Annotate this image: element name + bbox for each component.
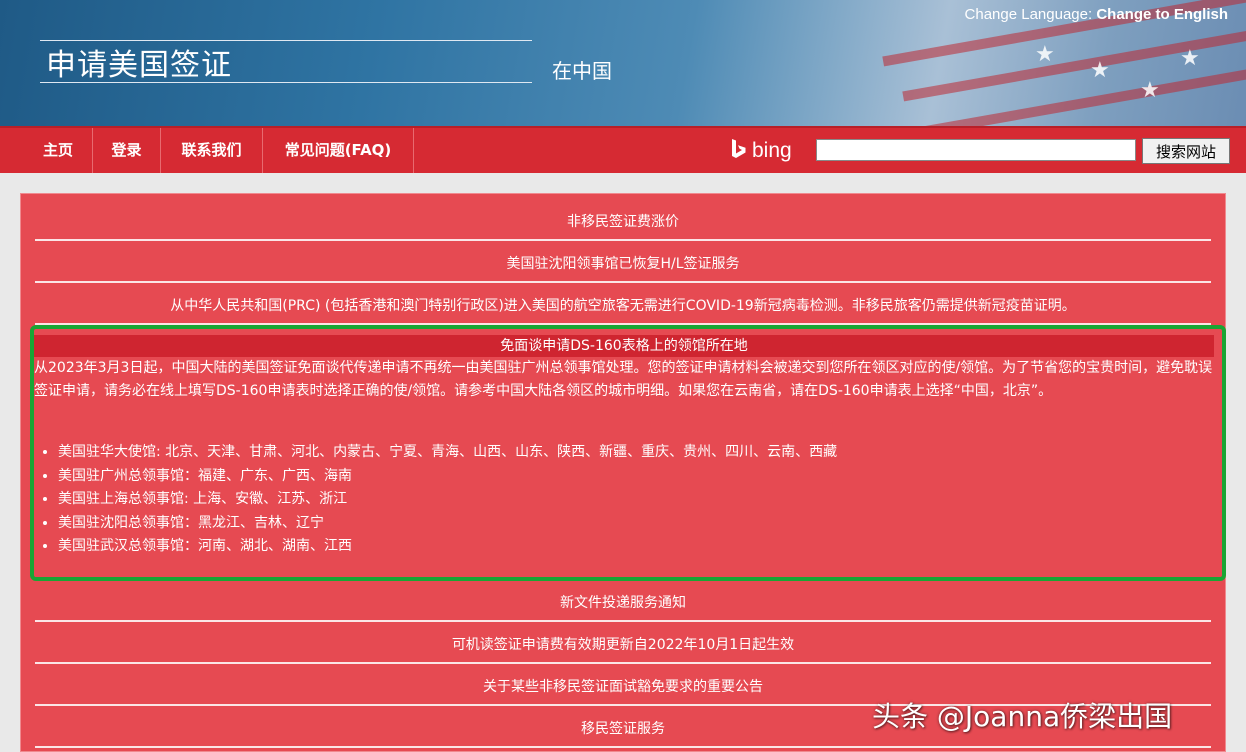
language-switcher: Change Language: Change to English — [965, 6, 1228, 23]
bing-logo-icon — [732, 139, 746, 158]
nav-item-contact[interactable]: 联系我们 — [161, 128, 263, 173]
notice-link[interactable]: 关于某些非移民签证面试豁免要求的重要公告 — [35, 676, 1211, 696]
bing-label: bing — [752, 139, 792, 162]
notice-link[interactable]: 可机读签证申请费有效期更新自2022年10月1日起生效 — [35, 634, 1211, 654]
change-language-label: Change Language: — [964, 6, 1093, 23]
nav-item-faq[interactable]: 常见问题(FAQ) — [263, 128, 414, 173]
flag-star-icon: ★ — [1035, 42, 1055, 67]
site-title: 申请美国签证 — [46, 48, 232, 83]
nav-item-home[interactable]: 主页 — [24, 128, 93, 173]
search-input[interactable] — [816, 139, 1136, 161]
notice-divider — [35, 662, 1211, 664]
flag-star-icon: ★ — [1180, 46, 1200, 71]
highlight-box — [30, 325, 1226, 581]
nav-item-login[interactable]: 登录 — [93, 128, 161, 173]
site-header: ★ ★ ★ ★ 申请美国签证 在中国 Change Language: Chan… — [0, 0, 1246, 126]
notice-link[interactable]: 从中华人民共和国(PRC) (包括香港和澳门特别行政区)进入美国的航空旅客无需进… — [35, 295, 1211, 315]
flag-star-icon: ★ — [1140, 78, 1160, 103]
main-nav: 主页 登录 联系我们 常见问题(FAQ) bing 搜索网站 — [0, 126, 1246, 173]
notice-divider — [35, 281, 1211, 283]
site-subtitle: 在中国 — [552, 59, 612, 83]
change-to-english-link[interactable]: Change to English — [1096, 6, 1228, 23]
notice-link[interactable]: 美国驻沈阳领事馆已恢复H/L签证服务 — [35, 253, 1211, 273]
notice-divider — [35, 239, 1211, 241]
flag-star-icon: ★ — [1090, 58, 1110, 83]
notice-divider — [35, 620, 1211, 622]
watermark: 头条 @Joanna侨梁出国 — [872, 700, 1173, 733]
notice-link[interactable]: 非移民签证费涨价 — [35, 211, 1211, 231]
search-button[interactable]: 搜索网站 — [1142, 138, 1230, 164]
notice-divider — [35, 746, 1211, 748]
bing-brand: bing — [730, 138, 792, 163]
title-rule — [40, 82, 532, 83]
notice-link[interactable]: 新文件投递服务通知 — [35, 592, 1211, 612]
